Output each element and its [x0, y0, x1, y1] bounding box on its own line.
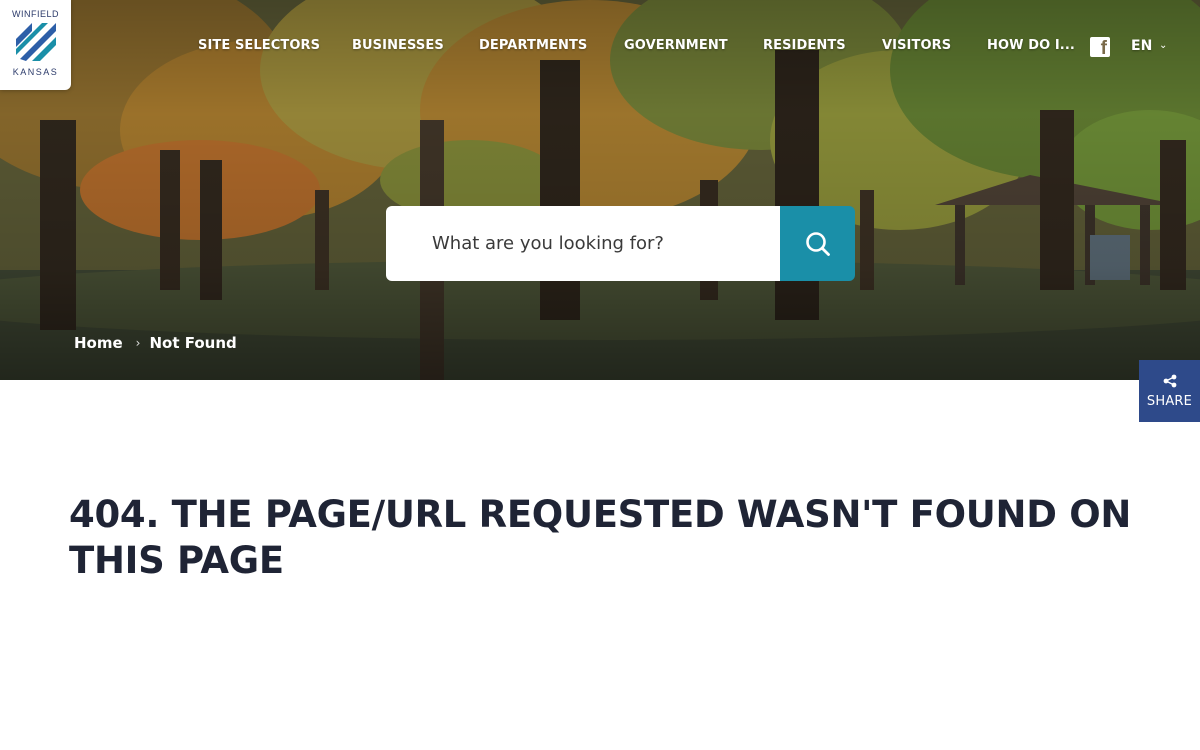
share-label: SHARE — [1146, 393, 1193, 409]
nav-item-businesses[interactable]: BUSINESSES — [352, 36, 444, 56]
nav-item-departments[interactable]: DEPARTMENTS — [479, 36, 587, 56]
nav-item-how-do-i[interactable]: HOW DO I... — [987, 36, 1075, 56]
logo-state-name: KANSAS — [12, 67, 59, 77]
search-button[interactable] — [780, 206, 855, 281]
search-input[interactable] — [432, 206, 772, 281]
hero-shade-overlay — [0, 0, 1200, 380]
breadcrumb-home-link[interactable]: Home — [74, 333, 123, 353]
nav-item-residents[interactable]: RESIDENTS — [763, 36, 846, 56]
facebook-icon[interactable]: f — [1090, 37, 1110, 57]
language-selector[interactable]: EN — [1131, 36, 1152, 56]
chevron-right-icon: › — [135, 336, 141, 350]
nav-item-site-selectors[interactable]: SITE SELECTORS — [198, 36, 320, 56]
logo-city-name: WINFIELD — [11, 9, 59, 19]
search-icon — [805, 231, 830, 256]
site-logo[interactable]: WINFIELD KANSAS — [0, 0, 71, 90]
search-box — [386, 206, 780, 281]
share-button[interactable]: SHARE — [1139, 360, 1200, 422]
chevron-down-icon: ⌄ — [1159, 40, 1168, 51]
share-icon — [1163, 374, 1176, 387]
nav-item-government[interactable]: GOVERNMENT — [624, 36, 728, 56]
breadcrumb-current: Not Found — [149, 334, 237, 352]
nav-item-visitors[interactable]: VISITORS — [882, 36, 951, 56]
logo-stripes-icon — [15, 23, 56, 61]
page-title: 404. THE PAGE/URL REQUESTED WASN'T FOUND… — [69, 493, 1132, 582]
hero-banner — [0, 0, 1200, 380]
breadcrumb: Home › Not Found — [74, 333, 237, 353]
